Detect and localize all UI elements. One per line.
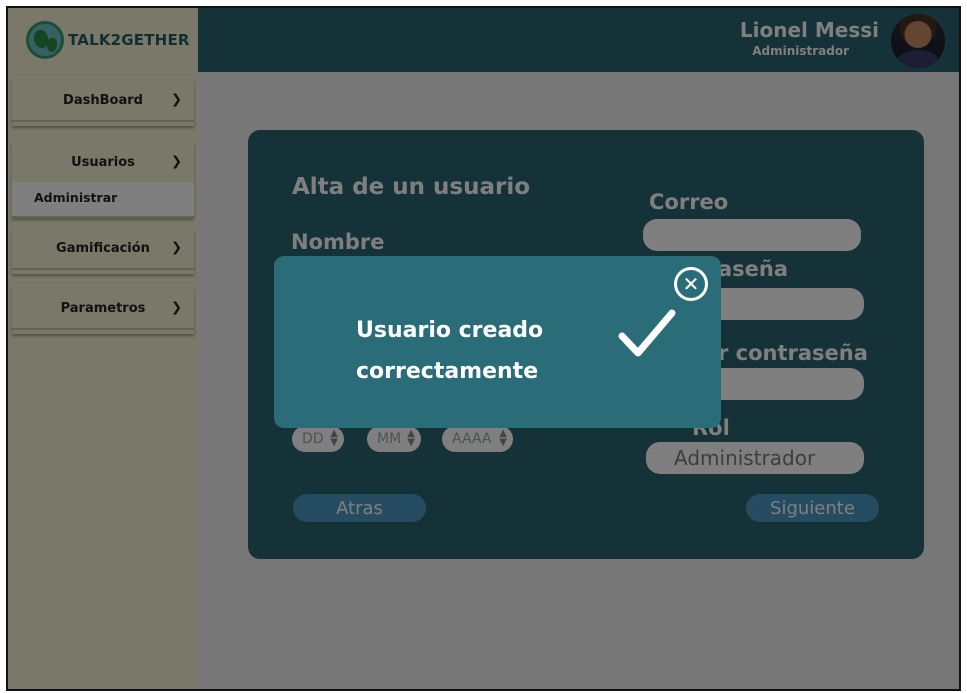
success-message-line1: Usuario creado [356, 318, 544, 343]
check-icon [618, 309, 676, 357]
success-message-line2: correctamente [356, 359, 539, 384]
success-message: Usuario creado correctamente [356, 310, 543, 392]
success-modal: Usuario creado correctamente ✕ [274, 256, 721, 428]
close-icon[interactable]: ✕ [674, 267, 708, 301]
app-window: TALK2GETHER DashBoard ❯ Usuarios ❯ Admin… [6, 6, 961, 691]
